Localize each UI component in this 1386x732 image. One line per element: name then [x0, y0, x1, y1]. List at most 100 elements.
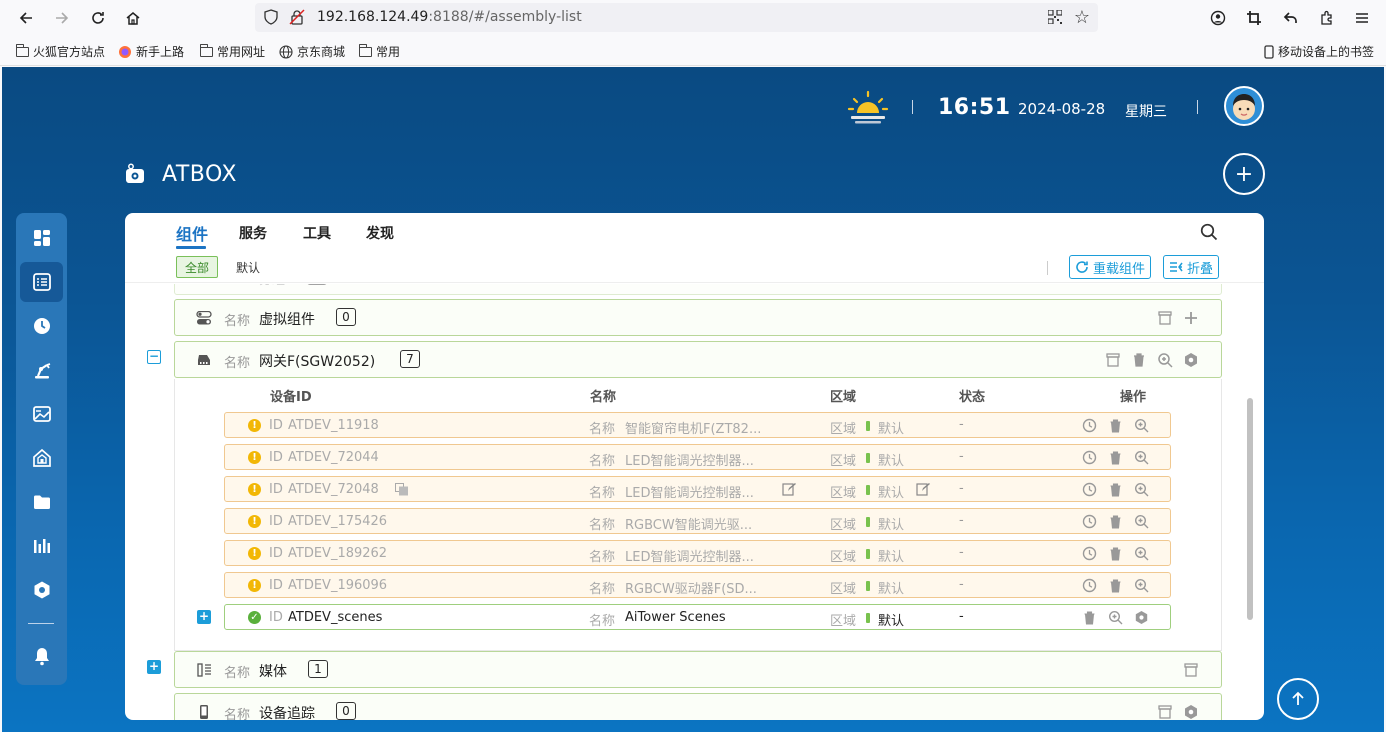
edit-zone-icon[interactable] — [916, 482, 930, 496]
history-icon[interactable] — [1082, 514, 1097, 529]
group-row-media[interactable]: 名称 媒体 1 — [174, 651, 1222, 688]
device-row[interactable]: ! ID ATDEV_72044 名称 LED智能调光控制器... 区域 默认 - — [224, 444, 1171, 470]
zoom-in-icon[interactable] — [1108, 610, 1123, 625]
qr-code-icon[interactable] — [1048, 10, 1062, 24]
archive-icon[interactable] — [1105, 352, 1121, 368]
group-row-gateway[interactable]: 名称 网关F(SGW2052) 7 — [174, 341, 1222, 378]
trash-icon[interactable] — [1108, 418, 1123, 433]
column-header-name: 名称 — [590, 390, 617, 405]
reload-components-button[interactable]: 重载组件 — [1069, 255, 1152, 279]
trash-icon[interactable] — [1108, 514, 1123, 529]
extensions-icon[interactable] — [1315, 6, 1339, 30]
url-bar[interactable]: 192.168.124.49:8188/#/assembly-list ☆ — [255, 3, 1098, 32]
history-icon[interactable] — [1082, 418, 1097, 433]
bookmark-getting-started[interactable]: 新手上路 — [118, 43, 184, 60]
history-icon[interactable] — [1082, 578, 1097, 593]
scroll-top-button[interactable] — [1277, 678, 1319, 720]
home-icon[interactable] — [121, 6, 145, 30]
collapse-group-toggle[interactable]: − — [147, 350, 161, 364]
url-text[interactable]: 192.168.124.49:8188/#/assembly-list — [317, 9, 582, 25]
crop-icon[interactable] — [1242, 6, 1266, 30]
collapse-button[interactable]: 折叠 — [1163, 255, 1220, 279]
tab-discover[interactable]: 发现 — [366, 223, 394, 243]
device-name: LED智能调光控制器... — [625, 454, 754, 469]
history-icon[interactable] — [1082, 450, 1097, 465]
device-row[interactable]: ✓ ID ATDEV_scenes 名称 AiTower Scenes 区域 默认 - — [224, 604, 1171, 630]
history-icon[interactable] — [1082, 546, 1097, 561]
sidebar-item-home[interactable] — [20, 438, 63, 478]
sidebar-item-files[interactable] — [20, 482, 63, 522]
zoom-in-icon[interactable] — [1134, 450, 1149, 465]
group-row-partial[interactable]: 分组 0 — [174, 284, 1222, 295]
history-icon[interactable] — [1082, 482, 1097, 497]
trash-icon[interactable] — [1108, 578, 1123, 593]
user-avatar[interactable] — [1224, 86, 1264, 126]
device-row[interactable]: ! ID ATDEV_196096 名称 RGBCW驱动器F(SD... 区域 默认 - — [224, 572, 1171, 598]
expand-group-toggle[interactable]: + — [147, 660, 161, 674]
bookmark-common-sites[interactable]: 常用网址 — [199, 43, 265, 60]
zoom-in-icon[interactable] — [1134, 482, 1149, 497]
bookmark-common[interactable]: 常用 — [358, 43, 400, 60]
tab-components[interactable]: 组件 — [176, 221, 208, 245]
account-icon[interactable] — [1206, 6, 1230, 30]
zoom-in-icon[interactable] — [1134, 578, 1149, 593]
tab-bar: 组件 服务 工具 发现 — [125, 213, 1264, 251]
trash-icon[interactable] — [1131, 352, 1147, 368]
menu-icon[interactable] — [1350, 6, 1374, 30]
edit-name-icon[interactable] — [782, 482, 796, 496]
back-icon[interactable] — [14, 6, 38, 30]
sidebar-item-scenes[interactable] — [20, 394, 63, 434]
reload-icon[interactable] — [86, 6, 110, 30]
hexagon-settings-icon[interactable] — [1183, 704, 1199, 720]
plus-icon: + — [1234, 161, 1254, 187]
device-zone: 默认 — [878, 582, 905, 597]
device-row[interactable]: ! ID ATDEV_175426 名称 RGBCW智能调光驱... 区域 默认 - — [224, 508, 1171, 534]
archive-icon[interactable] — [1183, 662, 1199, 678]
archive-icon[interactable] — [1157, 704, 1173, 720]
zoom-in-icon[interactable] — [1134, 514, 1149, 529]
trash-icon[interactable] — [1082, 610, 1097, 625]
hexagon-settings-icon[interactable] — [1183, 352, 1199, 368]
archive-icon[interactable] — [1157, 310, 1173, 326]
sidebar-item-history[interactable] — [20, 306, 63, 346]
app-window: 16:51 2024-08-28 星期三 ATBOX + 组件 服务 工具 发现… — [2, 67, 1384, 732]
hexagon-settings-icon[interactable] — [1134, 610, 1149, 625]
tab-tools[interactable]: 工具 — [303, 223, 331, 243]
insecure-lock-icon[interactable] — [289, 9, 305, 25]
bookmark-firefox[interactable]: 火狐官方站点 — [15, 43, 105, 60]
sidebar-item-settings[interactable] — [20, 570, 63, 610]
copy-icon[interactable] — [395, 483, 409, 496]
filter-all-chip[interactable]: 全部 — [176, 256, 219, 278]
sidebar-item-dashboard[interactable] — [20, 218, 63, 258]
zoom-in-icon[interactable] — [1157, 352, 1173, 368]
device-row[interactable]: ! ID ATDEV_11918 名称 智能窗帘电机F(ZT82... 区域 默认 - — [224, 412, 1171, 438]
zoom-in-icon[interactable] — [1134, 418, 1149, 433]
bookmark-jd[interactable]: 京东商城 — [279, 43, 345, 60]
group-row-tracking[interactable]: 名称 设备追踪 0 — [174, 693, 1222, 720]
search-icon[interactable] — [1200, 223, 1218, 241]
trash-icon[interactable] — [1108, 482, 1123, 497]
trash-icon[interactable] — [1108, 450, 1123, 465]
expand-device-toggle[interactable]: + — [197, 610, 211, 624]
zoom-in-icon[interactable] — [1134, 546, 1149, 561]
device-row[interactable]: ! ID ATDEV_72048 名称 LED智能调光控制器... 区域 默认 - — [224, 476, 1171, 502]
sidebar-item-statistics[interactable] — [20, 526, 63, 566]
component-list[interactable]: 分组 0 名称 虚拟组件 0 − 名称 网关F(SGW2052) 7 — [125, 284, 1264, 720]
forward-icon[interactable] — [50, 6, 74, 30]
scrollbar-thumb[interactable] — [1247, 398, 1253, 620]
group-row-virtual[interactable]: 名称 虚拟组件 0 — [174, 299, 1222, 336]
sidebar-item-components[interactable] — [20, 262, 63, 302]
undo-icon[interactable] — [1279, 6, 1303, 30]
sidebar-item-automation[interactable] — [20, 350, 63, 390]
filter-default-chip[interactable]: 默认 — [228, 256, 268, 278]
plus-icon[interactable] — [1183, 310, 1199, 326]
tab-services[interactable]: 服务 — [239, 223, 267, 243]
device-row[interactable]: ! ID ATDEV_189262 名称 LED智能调光控制器... 区域 默认 - — [224, 540, 1171, 566]
bookmark-star-icon[interactable]: ☆ — [1074, 7, 1090, 28]
trash-icon[interactable] — [1108, 546, 1123, 561]
sidebar-item-notifications[interactable] — [20, 636, 63, 676]
folder-icon — [15, 43, 29, 57]
shield-icon[interactable] — [263, 9, 279, 25]
add-button[interactable]: + — [1223, 153, 1265, 195]
bookmark-mobile[interactable]: 移动设备上的书签 — [1264, 43, 1374, 60]
